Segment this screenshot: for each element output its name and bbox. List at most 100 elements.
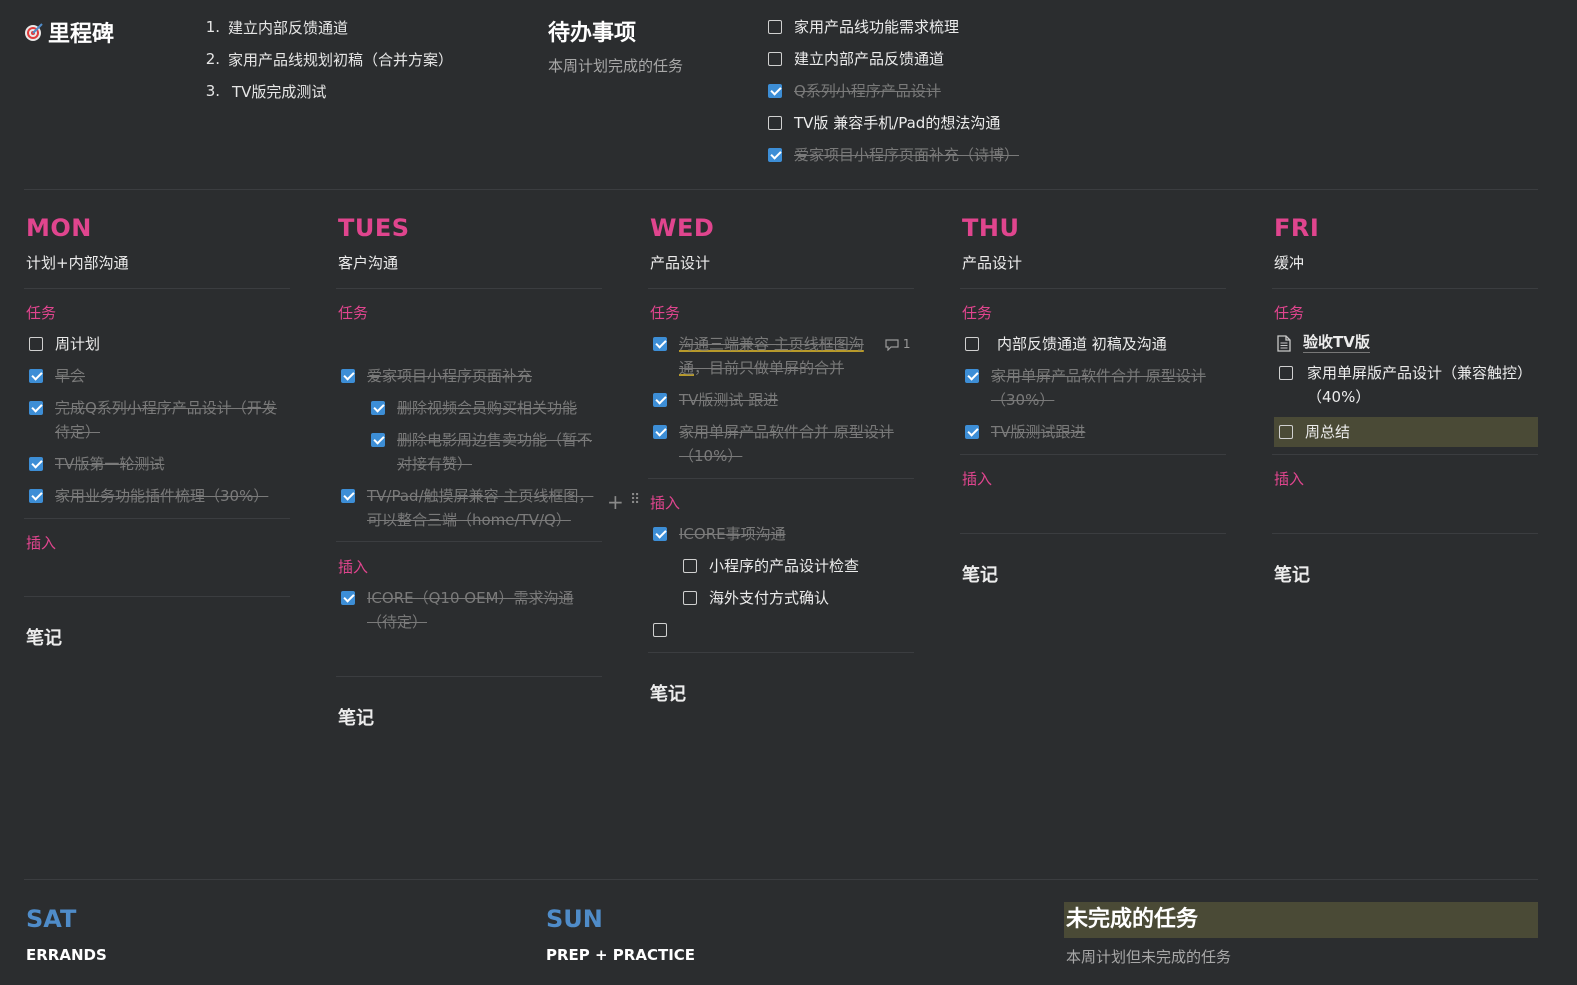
tasks-label: 任务 <box>26 304 57 322</box>
unfinished-subtitle: 本周计划但未完成的任务 <box>1066 948 1232 966</box>
day-name-sat: SAT <box>26 905 77 933</box>
day-column-thu: THU 产品设计 <box>962 214 1228 276</box>
checkbox[interactable] <box>683 559 697 573</box>
checkbox-checked[interactable] <box>965 369 979 383</box>
task-item[interactable]: 家用业务功能插件梳理（30%） <box>29 484 291 508</box>
checkbox[interactable] <box>965 337 979 351</box>
add-block-icon[interactable]: + <box>607 490 624 514</box>
divider <box>24 288 290 289</box>
task-subitem[interactable]: 删除电影周边售卖功能（暂不对接有赞） <box>341 428 603 476</box>
day-name: WED <box>650 214 715 242</box>
task-item[interactable]: TV版测试跟进 <box>965 420 1227 444</box>
task-item-empty[interactable] <box>653 618 915 637</box>
checkbox[interactable] <box>768 116 782 130</box>
checkbox-checked[interactable] <box>653 337 667 351</box>
checkbox-checked[interactable] <box>371 433 385 447</box>
checkbox[interactable] <box>1279 425 1293 439</box>
todo-title: 待办事项 <box>548 21 637 46</box>
task-item[interactable]: ICORE事项沟通 <box>653 522 915 546</box>
checkbox[interactable] <box>683 591 697 605</box>
checkbox[interactable] <box>29 337 43 351</box>
task-item[interactable]: 完成Q系列小程序产品设计（开发待定） <box>29 396 291 444</box>
notes-heading: 笔记 <box>26 628 62 649</box>
todo-subtitle: 本周计划完成的任务 <box>548 57 684 75</box>
wed-task-list: 沟通三端兼容 主页线框图沟通，目前只做单屏的合并 1 TV版测试 跟进 家用单屏… <box>653 332 915 468</box>
mon-task-list: 周计划 早会 完成Q系列小程序产品设计（开发待定） TV版第一轮测试 家用业务功… <box>29 332 291 508</box>
insert-label[interactable]: 插入 <box>338 556 368 577</box>
page-link[interactable]: 验收TV版 <box>1274 332 1538 353</box>
checkbox-checked[interactable] <box>371 401 385 415</box>
checkbox[interactable] <box>1279 366 1293 380</box>
milestone-item: 1. 建立内部反馈通道 <box>205 18 349 37</box>
task-item[interactable]: 爱家项目小程序页面补充 <box>341 364 603 388</box>
task-item[interactable]: ICORE（Q10 OEM）需求沟通（待定） <box>341 586 603 634</box>
checkbox-checked[interactable] <box>29 489 43 503</box>
task-item[interactable]: TV版第一轮测试 <box>29 452 291 476</box>
todo-item[interactable]: 家用产品线功能需求梳理 <box>768 15 1019 47</box>
todo-item[interactable]: Q系列小程序产品设计 <box>768 79 1019 111</box>
day-subtitle-sat: ERRANDS <box>26 946 107 964</box>
checkbox-checked[interactable] <box>341 489 355 503</box>
todo-item[interactable]: 爱家项目小程序页面补充（诗博） <box>768 143 1019 175</box>
day-subtitle: 客户沟通 <box>338 254 399 272</box>
comment-icon[interactable]: 1 <box>885 332 910 356</box>
todo-list: 家用产品线功能需求梳理 建立内部产品反馈通道 Q系列小程序产品设计 TV版 兼容… <box>768 15 1019 175</box>
task-item[interactable]: TV版测试 跟进 <box>653 388 915 412</box>
task-item[interactable]: TV/Pad/触摸屏兼容 主页线框图，可以整合三端（home/TV/Q） <box>341 484 603 532</box>
divider <box>648 288 914 289</box>
task-item[interactable]: 家用单屏产品软件合并 原型设计（10%） <box>653 420 915 468</box>
insert-label[interactable]: 插入 <box>1274 468 1304 489</box>
drag-handle-icon[interactable]: ⠿ <box>630 492 640 508</box>
divider <box>24 518 290 519</box>
checkbox[interactable] <box>768 52 782 66</box>
day-column-fri: FRI 缓冲 <box>1274 214 1540 276</box>
fri-task-list: 验收TV版 家用单屏版产品设计（兼容触控）（40%） 周总结 <box>1274 332 1538 447</box>
checkbox-checked[interactable] <box>29 457 43 471</box>
notes-heading: 笔记 <box>1274 565 1310 586</box>
day-column-tues: TUES 客户沟通 <box>338 214 604 276</box>
checkbox[interactable] <box>768 20 782 34</box>
insert-label[interactable]: 插入 <box>26 532 56 553</box>
divider <box>336 541 602 542</box>
tasks-label: 任务 <box>650 304 681 322</box>
comment-count: 1 <box>902 337 911 351</box>
todo-item[interactable]: 建立内部产品反馈通道 <box>768 47 1019 79</box>
checkbox[interactable] <box>653 623 667 637</box>
task-subitem[interactable]: 删除视频会员购买相关功能 <box>341 396 603 420</box>
task-item[interactable]: 家用单屏产品软件合并 原型设计（30%） <box>965 364 1227 412</box>
task-subitem[interactable]: 海外支付方式确认 <box>653 586 915 610</box>
page-icon <box>1277 335 1291 352</box>
checkbox-checked[interactable] <box>965 425 979 439</box>
divider <box>1272 288 1538 289</box>
checkbox-checked[interactable] <box>341 591 355 605</box>
checkbox-checked[interactable] <box>768 148 782 162</box>
task-item-highlighted[interactable]: 周总结 <box>1274 417 1538 447</box>
checkbox-checked[interactable] <box>29 369 43 383</box>
task-item[interactable]: 沟通三端兼容 主页线框图沟通，目前只做单屏的合并 1 <box>653 332 915 380</box>
checkbox-checked[interactable] <box>653 393 667 407</box>
wed-insert-list: ICORE事项沟通 小程序的产品设计检查 海外支付方式确认 <box>653 522 915 637</box>
checkbox-checked[interactable] <box>29 401 43 415</box>
tues-insert-list: ICORE（Q10 OEM）需求沟通（待定） <box>341 586 603 634</box>
divider <box>336 676 602 677</box>
todo-item[interactable]: TV版 兼容手机/Pad的想法沟通 <box>768 111 1019 143</box>
day-subtitle: 计划+内部沟通 <box>26 254 129 272</box>
milestone-item: 2. 家用产品线规划初稿（合并方案） <box>205 50 454 69</box>
unfinished-title: 未完成的任务 <box>1064 902 1538 938</box>
checkbox-checked[interactable] <box>768 84 782 98</box>
divider <box>648 652 914 653</box>
checkbox-checked[interactable] <box>341 369 355 383</box>
checkbox-checked[interactable] <box>653 425 667 439</box>
day-column-mon: MON 计划+内部沟通 <box>26 214 292 276</box>
divider <box>24 596 290 597</box>
task-item[interactable]: 早会 <box>29 364 291 388</box>
task-item[interactable]: 内部反馈通道 初稿及沟通 <box>965 332 1227 356</box>
tasks-label: 任务 <box>1274 304 1305 322</box>
task-item[interactable]: 周计划 <box>29 332 291 356</box>
checkbox-checked[interactable] <box>653 527 667 541</box>
task-item[interactable]: 家用单屏版产品设计（兼容触控）（40%） <box>1274 361 1538 409</box>
insert-label[interactable]: 插入 <box>962 468 992 489</box>
task-subitem[interactable]: 小程序的产品设计检查 <box>653 554 915 578</box>
divider <box>960 288 1226 289</box>
insert-label[interactable]: 插入 <box>650 492 680 513</box>
